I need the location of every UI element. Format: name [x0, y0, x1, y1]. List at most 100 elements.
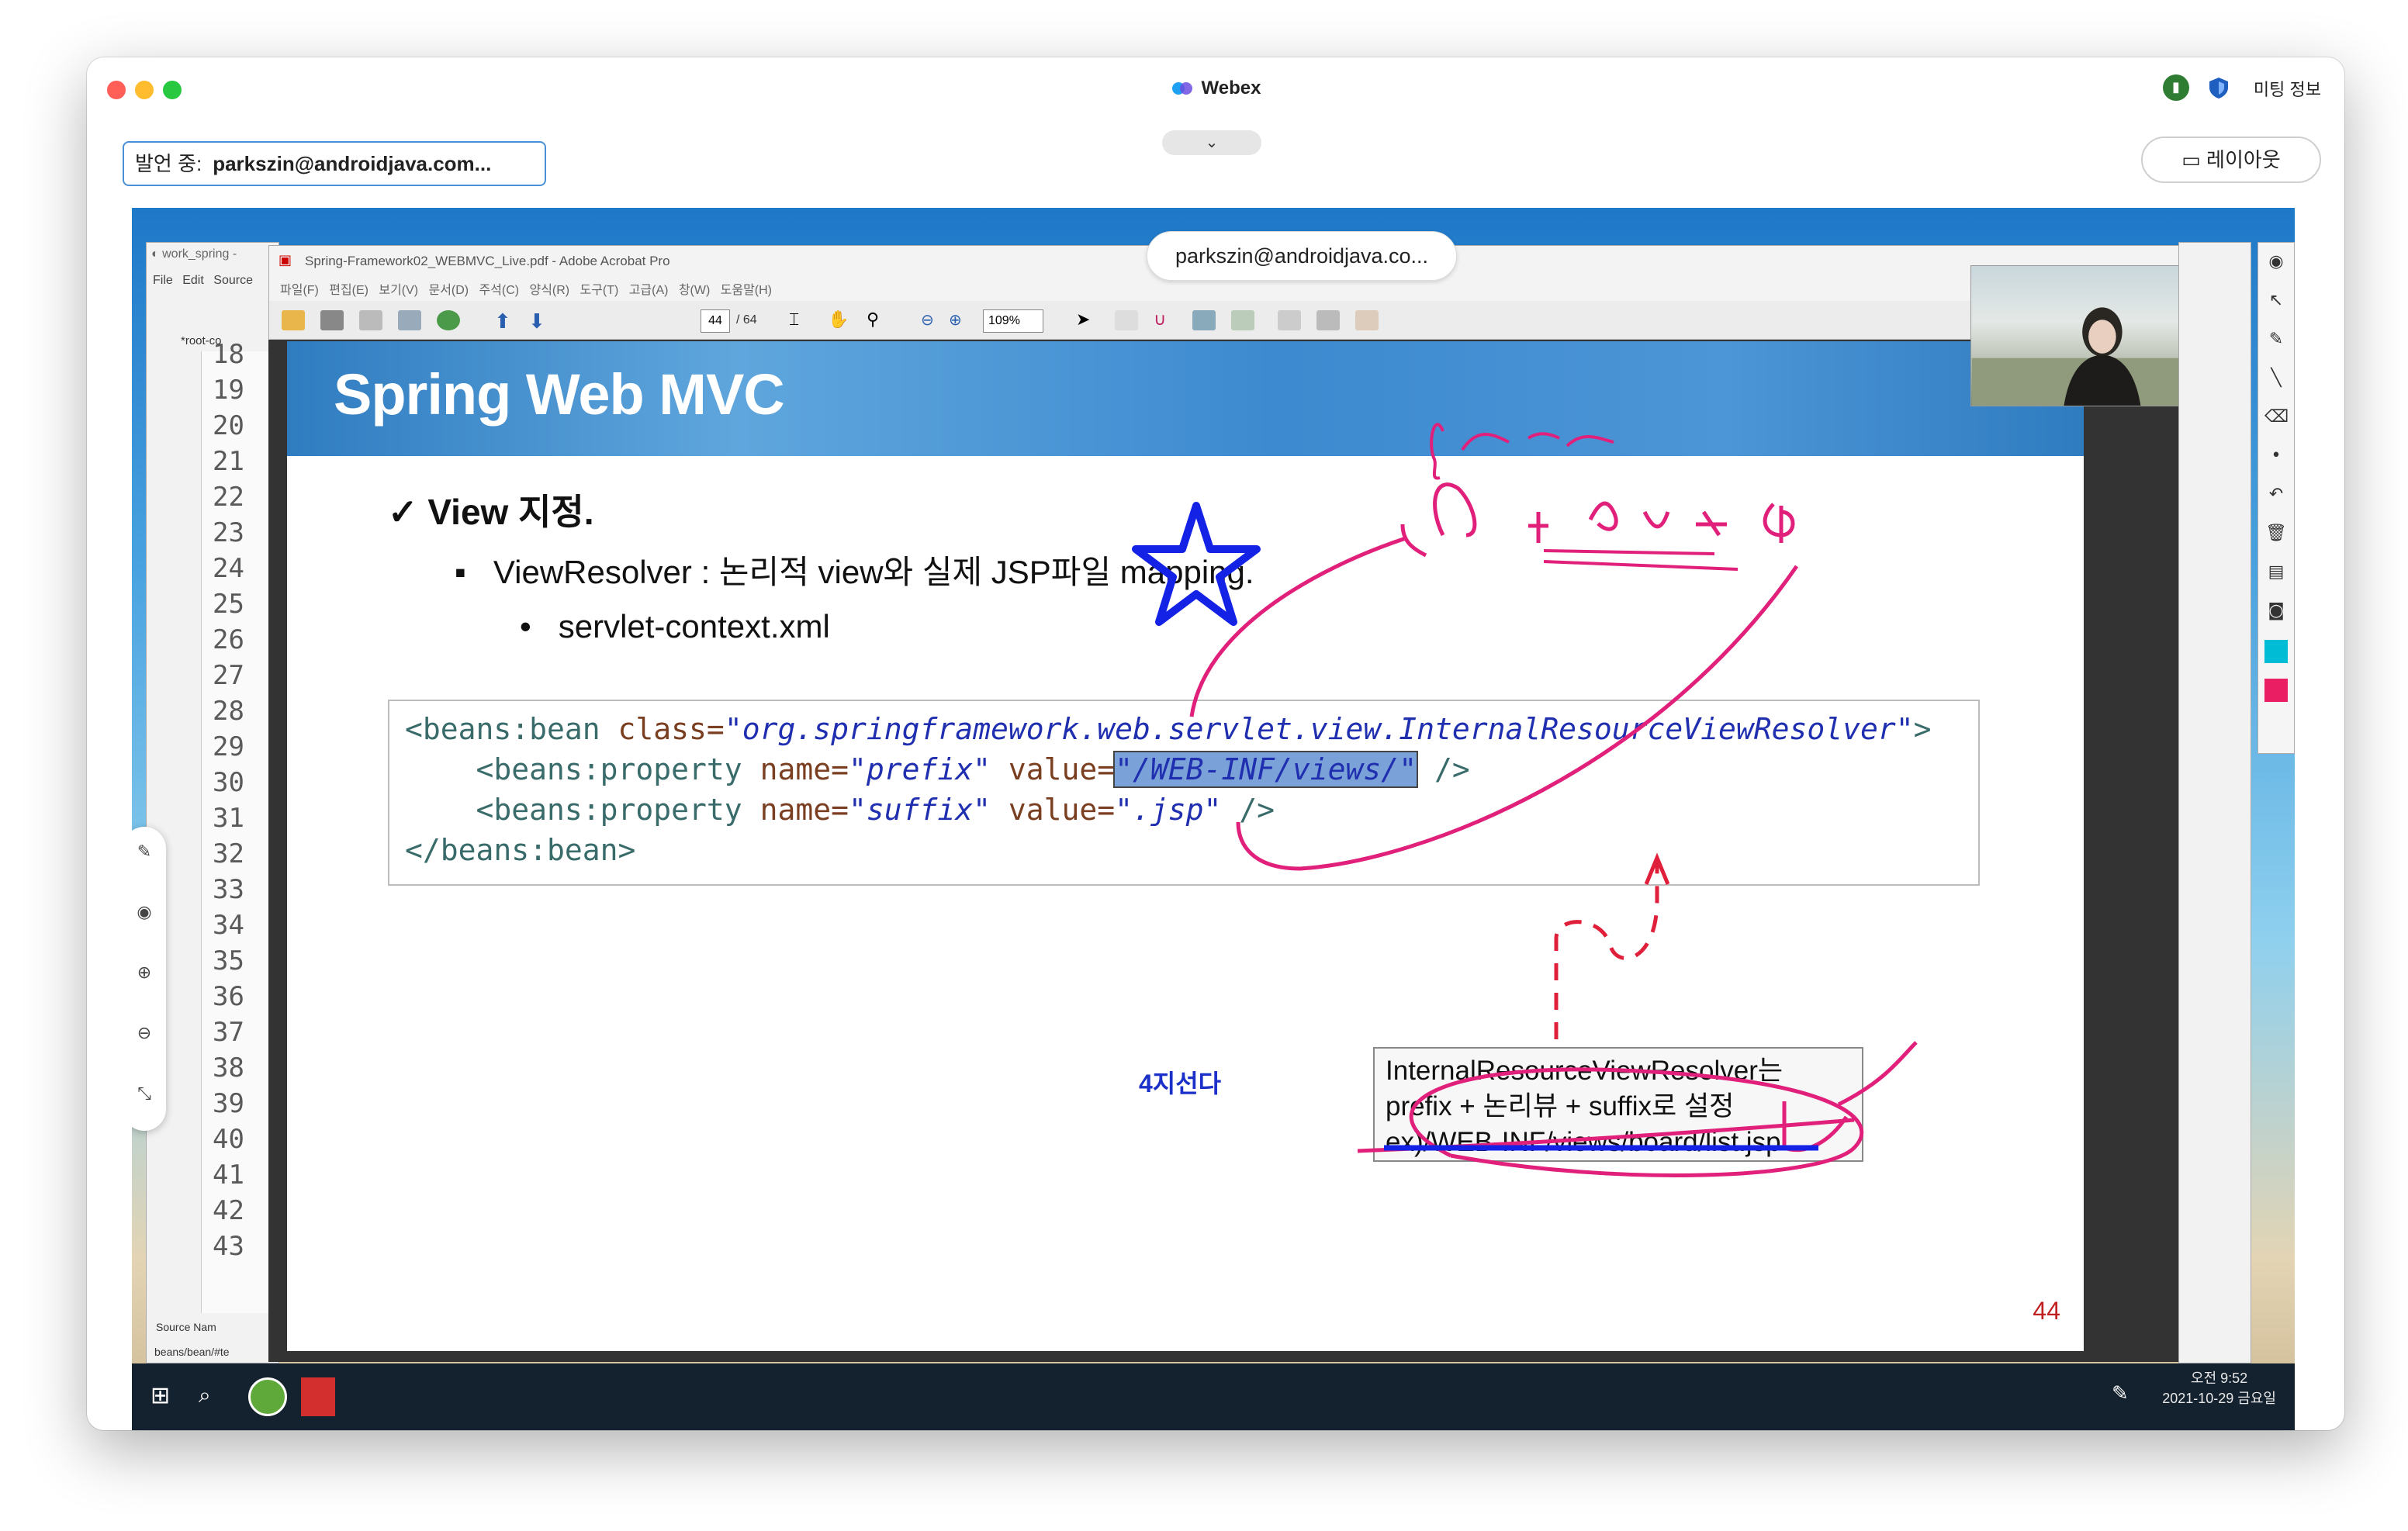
- select-tool-icon[interactable]: ⌶: [789, 310, 812, 330]
- line-number: 26: [213, 624, 244, 655]
- zoom-in-button-icon[interactable]: ⊕: [949, 310, 972, 330]
- line-number: 39: [213, 1088, 244, 1119]
- tab-source[interactable]: Source: [156, 1321, 190, 1333]
- menu-window[interactable]: 창(W): [679, 284, 710, 297]
- eclipse-icon: ◐: [151, 247, 163, 261]
- layout-single-icon[interactable]: [1278, 310, 1301, 330]
- prev-page-icon[interactable]: ⬆: [494, 310, 517, 334]
- menu-forms[interactable]: 양식(R): [529, 284, 569, 297]
- ink-stroke: [1189, 536, 1406, 717]
- color-cyan-swatch[interactable]: [2264, 640, 2288, 663]
- acrobat-title: Spring-Framework02_WEBMVC_Live.pdf - Ado…: [305, 254, 670, 268]
- layout-icon: ▭: [2181, 148, 2207, 171]
- zoom-input[interactable]: 109%: [983, 309, 1043, 333]
- undo-icon[interactable]: ↶: [2264, 485, 2288, 508]
- ok-icon[interactable]: [1115, 310, 1138, 330]
- speaker-name: parkszin@androidjava.com...: [213, 152, 492, 175]
- ink-ellipse: [1409, 1067, 1864, 1177]
- line-number: 18: [213, 339, 244, 370]
- ink-stroke: [1554, 861, 1659, 1039]
- snapshot-icon[interactable]: [1192, 310, 1216, 330]
- save-icon[interactable]: [359, 310, 382, 330]
- menu-document[interactable]: 문서(D): [428, 284, 469, 297]
- next-page-icon[interactable]: ⬇: [528, 310, 552, 334]
- eye-icon[interactable]: ◉: [2264, 252, 2288, 275]
- web-icon[interactable]: [437, 310, 460, 330]
- line-icon[interactable]: ╲: [2264, 368, 2288, 392]
- signal-icon[interactable]: ▮: [2163, 74, 2189, 101]
- line-number: 19: [213, 375, 244, 406]
- windows-start-icon[interactable]: ⊞: [150, 1382, 170, 1409]
- eclipse-menu: File Edit Source: [153, 274, 253, 288]
- line-number: 25: [213, 589, 244, 620]
- pointer-icon[interactable]: ↖: [2264, 291, 2288, 314]
- dot-icon[interactable]: •: [2264, 446, 2288, 469]
- shield-icon[interactable]: [2208, 76, 2230, 99]
- zoom-in-icon[interactable]: ⊕: [133, 963, 155, 985]
- acrobat-menu: 파일(F) 편집(E) 보기(V) 문서(D) 주석(C) 양식(R) 도구(T…: [268, 281, 2185, 301]
- zoom-tool-icon[interactable]: ⚲: [867, 310, 890, 330]
- pointer-icon[interactable]: ◉: [133, 903, 155, 924]
- line-number: 36: [213, 981, 244, 1012]
- ink-stroke: [1528, 512, 1548, 543]
- layout-button[interactable]: ▭ 레이아웃: [2141, 137, 2321, 183]
- highlight-icon[interactable]: ∪: [1154, 310, 1177, 330]
- layout-two-icon[interactable]: [1316, 310, 1340, 330]
- camera-icon[interactable]: ◙: [2264, 601, 2288, 624]
- trash-icon[interactable]: 🗑: [2264, 524, 2288, 547]
- attach-icon[interactable]: [1231, 310, 1254, 330]
- email-icon[interactable]: [398, 310, 421, 330]
- eclipse-menu-file[interactable]: File: [153, 274, 173, 287]
- eclipse-title: ◐ work_spring -: [151, 247, 237, 261]
- pen-icon[interactable]: ✎: [2264, 330, 2288, 353]
- menu-help[interactable]: 도움말(H): [721, 284, 772, 297]
- menu-comments[interactable]: 주석(C): [479, 284, 519, 297]
- pen-icon[interactable]: ✎: [133, 842, 155, 864]
- eraser-icon[interactable]: ⌫: [2264, 407, 2289, 430]
- chevron-down-icon[interactable]: ⌄: [1162, 130, 1261, 155]
- tab-name[interactable]: Nam: [193, 1321, 216, 1333]
- zoom-out-icon[interactable]: ⊖: [133, 1024, 155, 1045]
- search-icon[interactable]: ⌕: [199, 1382, 211, 1408]
- edit-tool-icon[interactable]: [1355, 310, 1379, 330]
- line-number: 42: [213, 1195, 244, 1226]
- speaker-prefix: 발언 중:: [135, 152, 202, 175]
- save-icon[interactable]: ▤: [2264, 562, 2288, 586]
- line-number: 23: [213, 517, 244, 548]
- active-speaker-label[interactable]: 발언 중: parkszin@androidjava.com...: [123, 141, 546, 186]
- windows-taskbar: ⊞ ⌕ ✎ 오전 9:52 2021-10-29 금요일: [132, 1363, 2295, 1430]
- print-icon[interactable]: [320, 310, 344, 330]
- eclipse-window: ◐ work_spring - File Edit Source *root-c…: [146, 242, 280, 1363]
- webex-window: Webex ▮ 미팅 정보 발언 중: parkszin@androidjava.…: [87, 57, 2344, 1430]
- open-icon[interactable]: [282, 310, 305, 330]
- eclipse-bottom-tabs: Source Nam: [156, 1321, 216, 1333]
- line-number: 24: [213, 553, 244, 584]
- line-number: 35: [213, 945, 244, 976]
- page-total: / 64: [736, 313, 757, 327]
- annotation-toolbar-right: ◉ ↖ ✎ ╲ ⌫ • ↶ 🗑 ▤ ◙: [2258, 242, 2295, 754]
- meeting-info-button[interactable]: 미팅 정보: [2254, 76, 2321, 101]
- ink-stroke: [1430, 423, 1444, 480]
- acrobat-taskbar-icon[interactable]: [301, 1377, 335, 1416]
- menu-advanced[interactable]: 고급(A): [629, 284, 669, 297]
- arrow-tool-icon[interactable]: ➤: [1076, 310, 1099, 330]
- line-number: 29: [213, 731, 244, 762]
- menu-file[interactable]: 파일(F): [280, 284, 319, 297]
- page-number-input[interactable]: 44: [701, 309, 730, 333]
- line-number: 22: [213, 482, 244, 513]
- hand-tool-icon[interactable]: ✋: [828, 310, 851, 330]
- fit-icon[interactable]: ⤡: [133, 1084, 155, 1106]
- color-pink-swatch[interactable]: [2264, 679, 2288, 702]
- line-number: 28: [213, 696, 244, 727]
- pen-tray-icon[interactable]: ✎: [2112, 1382, 2129, 1405]
- line-number: 34: [213, 910, 244, 941]
- menu-view[interactable]: 보기(V): [379, 284, 418, 297]
- eclipse-menu-source[interactable]: Source: [213, 274, 253, 287]
- menu-tools[interactable]: 도구(T): [580, 284, 618, 297]
- eclipse-menu-edit[interactable]: Edit: [182, 274, 204, 287]
- line-number: 37: [213, 1017, 244, 1048]
- eclipse-taskbar-icon[interactable]: [248, 1377, 287, 1416]
- zoom-out-button-icon[interactable]: ⊖: [921, 310, 944, 330]
- menu-edit[interactable]: 편집(E): [329, 284, 368, 297]
- taskbar-clock[interactable]: 오전 9:52 2021-10-29 금요일: [2162, 1368, 2276, 1408]
